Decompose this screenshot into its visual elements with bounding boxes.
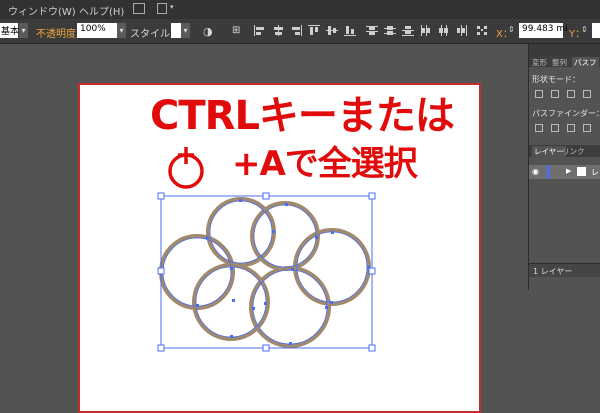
menu-bar: ウィンドウ(W) ヘルプ(H) ▾ — [0, 0, 600, 19]
opacity-field[interactable]: 100% — [77, 23, 117, 38]
unite-icon[interactable] — [535, 90, 543, 98]
shape-mode-label: 形状モード： — [532, 75, 580, 84]
minus-front-icon[interactable] — [551, 90, 559, 98]
align-to-icon[interactable]: ⊞ — [232, 25, 240, 36]
y-field[interactable] — [592, 23, 600, 38]
exclude-icon[interactable] — [583, 90, 591, 98]
align-right-icon[interactable] — [290, 25, 302, 36]
distribute-bottom-icon[interactable] — [402, 25, 414, 36]
x-field[interactable]: 99.483 mi — [519, 23, 568, 38]
brush-style-dropdown[interactable]: ▾ — [19, 23, 28, 38]
layers-panel-tabs: レイヤー リンク — [529, 145, 600, 157]
distribute-left-icon[interactable] — [420, 25, 432, 36]
pathfinders-label: パスファインダー： — [532, 109, 600, 118]
instruction-line-2: +Aで全選択 — [232, 144, 418, 184]
menu-window[interactable]: ウィンドウ(W) — [8, 3, 76, 18]
right-panel-dock: 変形 整列 パスフ 形状モード： パスファインダー： レイヤー リンク ◉ ▶ … — [528, 44, 600, 290]
distribute-vertical-center-icon[interactable] — [384, 25, 396, 36]
arrange-documents-icon[interactable] — [157, 3, 167, 14]
graphic-style-swatch[interactable] — [171, 23, 181, 38]
graphic-style-dropdown[interactable]: ▾ — [181, 23, 190, 38]
opacity-dropdown[interactable]: ▾ — [117, 23, 126, 38]
instruction-line-1: CTRLキーまたは — [150, 93, 455, 139]
tab-layers[interactable]: レイヤー — [532, 146, 566, 157]
align-top-icon[interactable] — [308, 25, 320, 36]
pathfinder-panel-tabs: 変形 整列 パスフ — [529, 56, 600, 68]
expand-triangle-icon[interactable]: ▶ — [566, 167, 571, 175]
x-stepper-icon[interactable]: ⇕ — [508, 25, 515, 34]
layer-color-indicator — [547, 165, 550, 179]
divide-icon[interactable] — [535, 124, 543, 132]
layer-thumbnail — [577, 167, 586, 176]
align-left-icon[interactable] — [254, 25, 266, 36]
panel-header-strip — [529, 44, 600, 56]
control-bar: 基本 ▾ 不透明度： 100% ▾ スタイル： ▾ ◑ ⊞ X： ⇕ 99.48… — [0, 19, 600, 44]
menu-help[interactable]: ヘルプ(H) — [79, 3, 124, 18]
align-horizontal-center-icon[interactable] — [272, 25, 284, 36]
align-vertical-center-icon[interactable] — [326, 25, 338, 36]
layer-name[interactable]: レ — [591, 167, 599, 178]
distribute-top-icon[interactable] — [366, 25, 378, 36]
tab-pathfinder[interactable]: パスフ — [572, 57, 599, 68]
merge-icon[interactable] — [567, 124, 575, 132]
recolor-artwork-icon[interactable]: ◑ — [203, 25, 213, 38]
align-bottom-icon[interactable] — [344, 25, 356, 36]
keyboard-key-icon — [168, 147, 204, 189]
intersect-icon[interactable] — [567, 90, 575, 98]
crop-icon[interactable] — [583, 124, 591, 132]
arrange-dropdown-arrow-icon[interactable]: ▾ — [170, 3, 174, 11]
distribute-horizontal-center-icon[interactable] — [438, 25, 450, 36]
tab-links[interactable]: リンク — [562, 146, 585, 157]
distribute-right-icon[interactable] — [456, 25, 468, 36]
y-stepper-icon[interactable]: ⇕ — [581, 25, 588, 34]
brush-style-field[interactable]: 基本 — [0, 23, 19, 38]
trim-icon[interactable] — [551, 124, 559, 132]
layer-count: 1 レイヤー — [533, 267, 573, 276]
visibility-eye-icon[interactable]: ◉ — [532, 167, 539, 176]
layers-footer: 1 レイヤー — [529, 263, 600, 277]
tab-transform[interactable]: 変形 — [532, 57, 547, 68]
bridge-icon[interactable] — [133, 3, 145, 14]
reference-point-icon[interactable] — [476, 25, 488, 36]
layer-row[interactable]: ◉ ▶ レ — [529, 165, 600, 179]
tab-align[interactable]: 整列 — [552, 57, 567, 68]
